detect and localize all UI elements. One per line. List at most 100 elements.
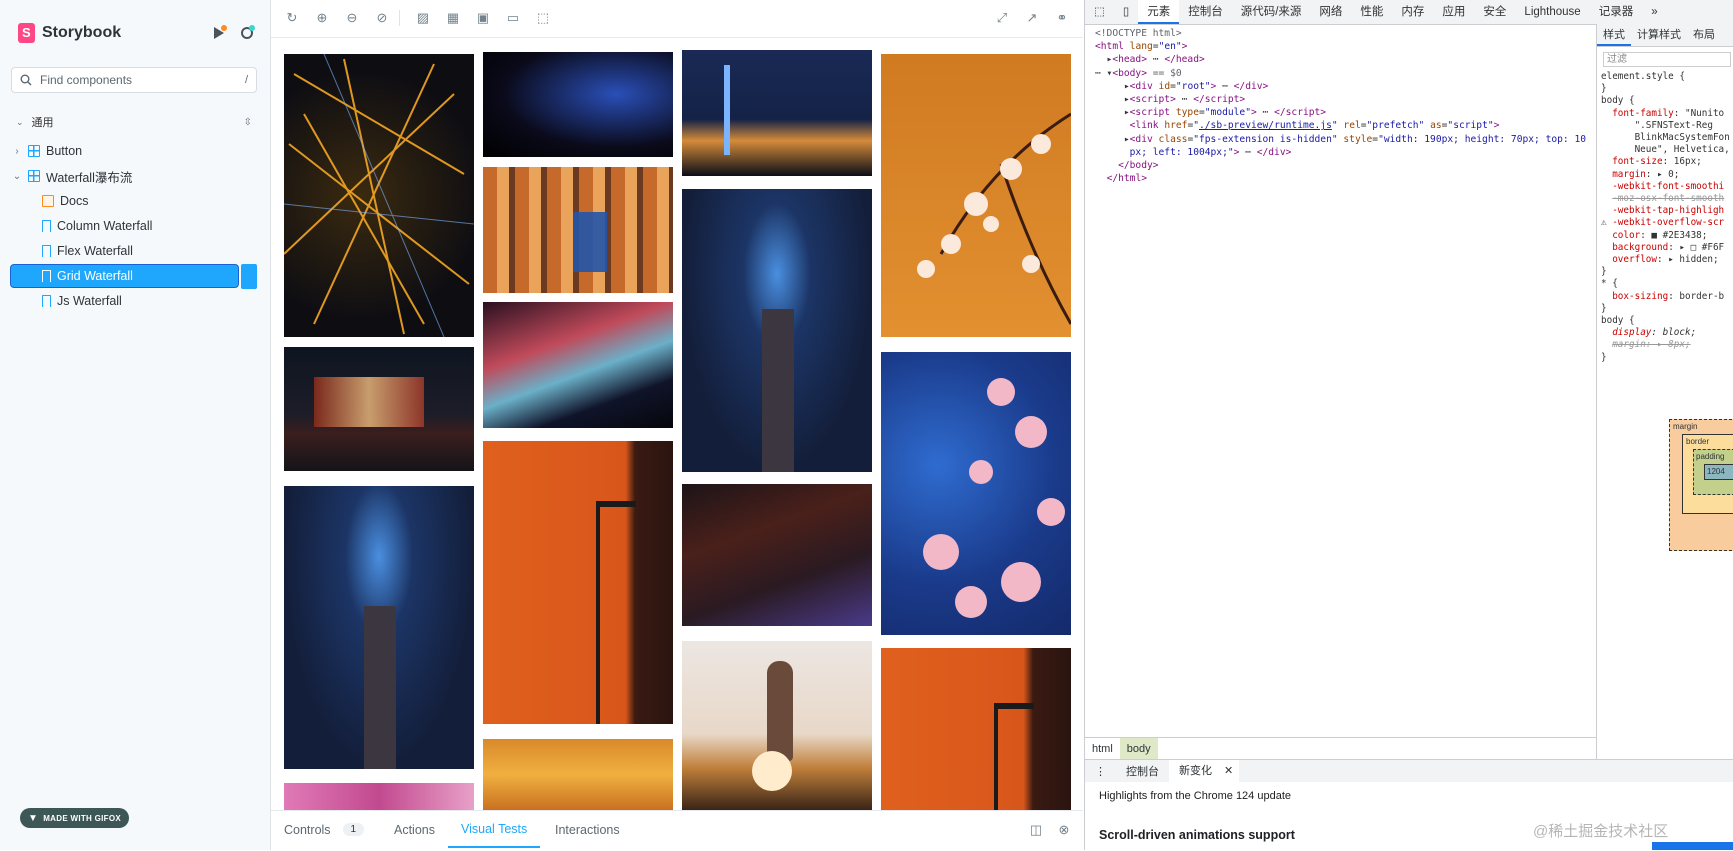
dom-line[interactable]: ▸<div class="fps-extension is-hidden" st… — [1095, 133, 1595, 146]
measure-icon[interactable]: ▭ — [506, 11, 520, 25]
dom-line[interactable]: </html> — [1095, 172, 1595, 185]
box-padding: padding 1204 — [1693, 449, 1733, 495]
box-margin-label: margin — [1673, 422, 1698, 431]
waterfall-image-pink-blossoms — [284, 783, 474, 810]
zoom-reset-icon[interactable]: ⊘ — [375, 11, 389, 25]
component-icon — [28, 170, 40, 182]
bookmark-icon — [42, 220, 51, 232]
background-icon[interactable]: ▨ — [416, 11, 430, 25]
outline-icon[interactable]: ⬚ — [536, 11, 550, 25]
more-tabs-icon[interactable]: » — [1642, 0, 1666, 24]
breadcrumb-html[interactable]: html — [1085, 738, 1120, 760]
sidebar-item-label: Js Waterfall — [57, 294, 122, 308]
tab-sources[interactable]: 源代码/来源 — [1232, 0, 1311, 24]
dom-line[interactable]: <link href="./sb-preview/runtime.js" rel… — [1095, 119, 1595, 132]
section-label: 通用 — [31, 117, 54, 129]
sidebar-item-label: Column Waterfall — [57, 219, 153, 233]
fullscreen-icon[interactable]: ⤢ — [995, 11, 1009, 25]
cherry-blossoms-art — [923, 378, 1065, 618]
tab-recorder[interactable]: 记录器 — [1590, 0, 1643, 24]
dom-line[interactable]: ▸<script type="module"> ⋯ </script> — [1095, 106, 1595, 119]
section-general[interactable]: ⌄ 通用 ⇳ — [16, 114, 252, 130]
devtools-tabbar: ⬚ ▯ 元素 控制台 源代码/来源 网络 性能 内存 应用 安全 Lightho… — [1085, 0, 1733, 25]
tab-memory[interactable]: 内存 — [1392, 0, 1433, 24]
tab-lighthouse[interactable]: Lighthouse — [1515, 0, 1589, 24]
breadcrumb-body[interactable]: body — [1119, 738, 1158, 760]
sidebar-item-waterfall[interactable]: ⌄ Waterfall瀑布流 — [10, 164, 239, 188]
dom-line[interactable]: ⋯ ▾<body> == $0 — [1095, 67, 1595, 80]
tab-application[interactable]: 应用 — [1433, 0, 1474, 24]
copy-link-icon[interactable]: ⚭ — [1055, 11, 1069, 25]
drawer-tab-console[interactable]: 控制台 — [1116, 763, 1169, 779]
tab-actions[interactable]: Actions — [394, 811, 435, 848]
box-border: border padding 1204 — [1682, 434, 1733, 514]
sidebar-item-grid-waterfall[interactable]: Grid Waterfall — [10, 264, 239, 288]
styles-filter-input[interactable]: 过滤 — [1603, 52, 1731, 67]
box-content: 1204 — [1704, 464, 1733, 480]
reload-icon[interactable]: ↻ — [285, 11, 299, 25]
whats-new-heading[interactable]: Scroll-driven animations support — [1099, 828, 1295, 842]
tab-label: Interactions — [555, 822, 620, 837]
sidebar-item-label: Docs — [60, 194, 89, 208]
more-options-icon[interactable]: ⋮ — [1085, 765, 1116, 778]
whats-new-panel: Highlights from the Chrome 124 update Sc… — [1085, 782, 1733, 850]
waterfall-image-dark-red — [682, 484, 872, 626]
waterfall-image-blue-abstract — [483, 52, 673, 157]
watermark: @稀土掘金技术社区 — [1533, 823, 1669, 840]
toolbar-divider — [399, 10, 400, 26]
dom-line[interactable]: ▸<script> ⋯ </script> — [1095, 93, 1595, 106]
close-icon[interactable]: ✕ — [1218, 760, 1240, 782]
expand-collapse-icon[interactable]: ⇳ — [244, 117, 252, 128]
tab-styles[interactable]: 样式 — [1597, 24, 1631, 46]
waterfall-image-lighthouse-2 — [682, 189, 872, 472]
blossom-branch-art — [917, 112, 1071, 325]
chevron-down-icon: ⌄ — [12, 170, 22, 182]
box-border-label: border — [1686, 437, 1710, 446]
tab-console[interactable]: 控制台 — [1179, 0, 1232, 24]
drawer-tab-whats-new[interactable]: 新变化 — [1169, 760, 1218, 782]
tab-layout[interactable]: 布局 — [1687, 24, 1721, 46]
sidebar-item-column-waterfall[interactable]: Column Waterfall — [10, 214, 239, 238]
open-new-tab-icon[interactable]: ↗ — [1025, 11, 1039, 25]
search-input[interactable]: Find components / — [11, 67, 257, 93]
tab-network[interactable]: 网络 — [1310, 0, 1351, 24]
tab-controls[interactable]: Controls 1 — [284, 811, 365, 848]
storybook-logo-icon — [18, 23, 35, 43]
dom-line[interactable]: </body> — [1095, 159, 1595, 172]
dom-line[interactable]: ▸<div id="root"> ⋯ </div> — [1095, 80, 1595, 93]
device-toolbar-icon[interactable]: ▯ — [1114, 0, 1138, 24]
settings-icon[interactable] — [238, 24, 256, 42]
storybook-logo[interactable]: Storybook — [18, 22, 121, 44]
tab-performance[interactable]: 性能 — [1351, 0, 1392, 24]
zoom-in-icon[interactable]: ⊕ — [315, 11, 329, 25]
tab-computed[interactable]: 计算样式 — [1631, 24, 1687, 46]
viewport-icon[interactable]: ▣ — [476, 11, 490, 25]
panel-layout-icon[interactable]: ◫ — [1029, 823, 1043, 837]
dom-line[interactable]: <!DOCTYPE html> — [1095, 27, 1595, 40]
dom-line[interactable]: ▸<head> ⋯ </head> — [1095, 53, 1595, 66]
tab-elements[interactable]: 元素 — [1138, 0, 1180, 24]
close-panel-icon[interactable]: ⊗ — [1057, 823, 1071, 837]
light-trails-art — [284, 54, 474, 337]
sidebar-item-docs[interactable]: Docs — [10, 189, 239, 213]
tab-interactions[interactable]: Interactions — [555, 811, 620, 848]
bookmark-icon — [42, 245, 51, 257]
tab-visual-tests[interactable]: Visual Tests — [448, 811, 541, 848]
gifox-label: MADE WITH GIFOX — [43, 813, 122, 823]
waterfall-image-person-sunset — [682, 641, 872, 810]
grid-icon[interactable]: ▦ — [446, 11, 460, 25]
tab-security[interactable]: 安全 — [1474, 0, 1515, 24]
dom-line[interactable]: <html lang="en"> — [1095, 40, 1595, 53]
inspect-icon[interactable]: ⬚ — [1085, 0, 1114, 24]
waterfall-image-light-trails — [284, 54, 474, 337]
sidebar-item-flex-waterfall[interactable]: Flex Waterfall — [10, 239, 239, 263]
zoom-out-icon[interactable]: ⊖ — [345, 11, 359, 25]
search-icon — [20, 74, 32, 86]
waterfall-image-street-night — [284, 347, 474, 471]
waterfall-image-blossom-orange — [881, 54, 1071, 337]
gifox-badge: ▼ MADE WITH GIFOX — [20, 808, 130, 828]
play-icon[interactable] — [210, 24, 228, 42]
sidebar-item-button[interactable]: › Button — [10, 139, 239, 163]
sidebar-item-js-waterfall[interactable]: Js Waterfall — [10, 289, 239, 313]
storybook-sidebar: Storybook Find components / ⌄ 通用 ⇳ › But… — [0, 0, 271, 850]
